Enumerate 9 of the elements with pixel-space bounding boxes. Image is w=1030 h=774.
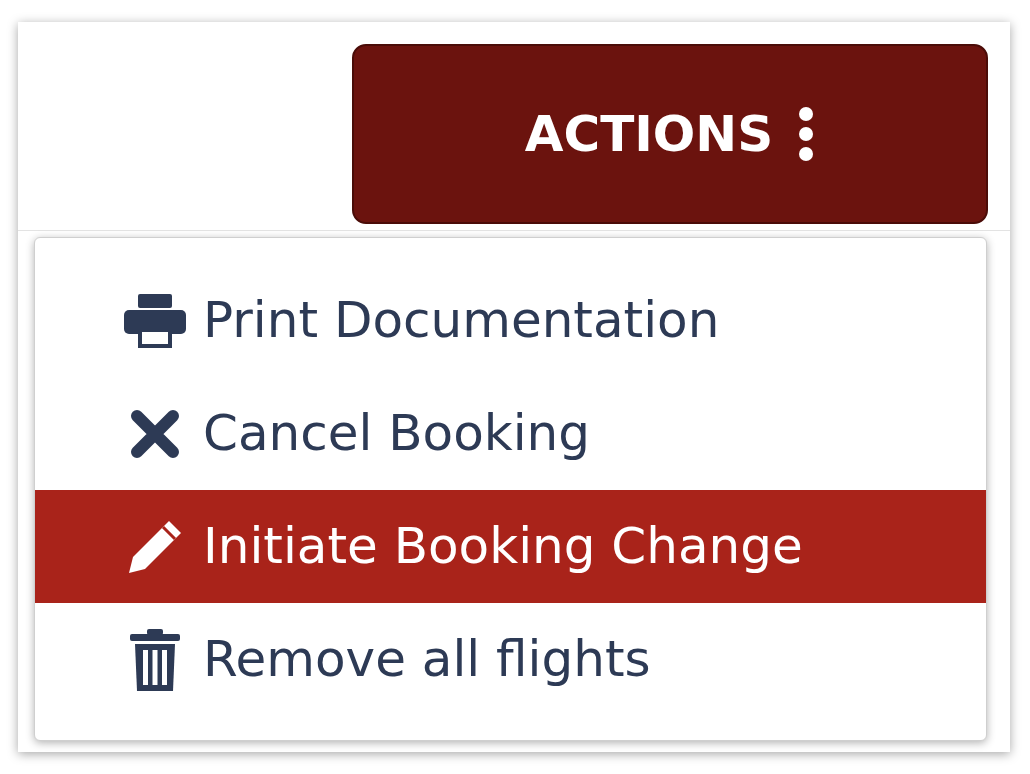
more-vertical-icon [797, 106, 816, 162]
menu-item[interactable]: Remove all flights [35, 603, 986, 716]
menu-item[interactable]: Print Documentation [35, 264, 986, 377]
close-icon [129, 407, 181, 460]
printer-icon [124, 293, 186, 348]
menu-item[interactable]: Initiate Booking Change [35, 490, 986, 603]
menu-item[interactable]: Cancel Booking [35, 377, 986, 490]
actions-button[interactable]: ACTIONS [352, 44, 988, 224]
trash-icon [130, 628, 180, 691]
